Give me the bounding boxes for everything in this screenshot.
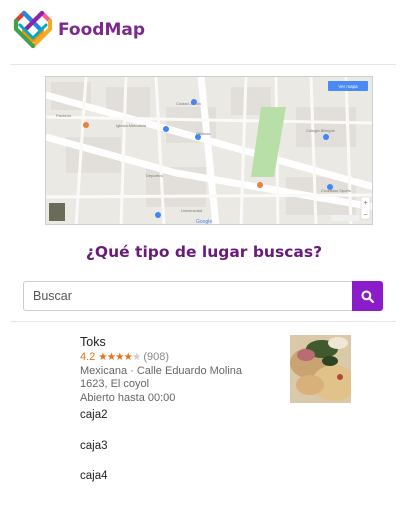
brand-name: FoodMap: [58, 20, 146, 40]
restaurant-result-card[interactable]: Toks 4.2 ★★★★★ (908) Mexicana · Calle Ed…: [80, 335, 355, 407]
search-question-heading: ¿Qué tipo de lugar buscas?: [85, 243, 323, 261]
review-count: (908): [143, 351, 170, 363]
box-item-4: caja4: [80, 470, 108, 482]
svg-text:Universidad: Universidad: [181, 208, 202, 213]
search-divider: [10, 321, 396, 322]
search-input[interactable]: [23, 281, 352, 311]
rating-value: 4.2: [80, 351, 96, 363]
svg-text:−: −: [363, 212, 367, 219]
star-rating-icon: ★★★★★: [98, 351, 141, 363]
svg-text:Deportivo: Deportivo: [146, 173, 164, 178]
header-divider: [10, 64, 396, 65]
svg-text:Google: Google: [196, 219, 212, 225]
search-icon: [361, 289, 374, 303]
heart-lattice-logo-icon[interactable]: [10, 7, 56, 53]
header: FoodMap: [10, 6, 400, 54]
map-view[interactable]: Ciudad Jardín Iglesia Metodista Oficinas C…: [45, 76, 373, 225]
map-view-button[interactable]: Ver mapa: [338, 84, 358, 89]
svg-text:Oficinas: Oficinas: [196, 131, 210, 136]
food-photo[interactable]: [290, 335, 351, 403]
svg-text:+: +: [363, 200, 367, 207]
svg-text:Cruzados Sports: Cruzados Sports: [321, 188, 351, 193]
box-item-2: caja2: [80, 409, 108, 421]
svg-text:Iglesia Metodista: Iglesia Metodista: [116, 123, 147, 128]
svg-text:Panteón: Panteón: [56, 113, 71, 118]
box-item-3: caja3: [80, 440, 108, 452]
search-button[interactable]: [352, 281, 383, 311]
search-bar: [23, 281, 383, 311]
svg-text:Ciudad Jardín: Ciudad Jardín: [176, 101, 201, 106]
svg-text:Colegio Bilingüe: Colegio Bilingüe: [306, 128, 336, 133]
restaurant-address: Mexicana · Calle Eduardo Molina 1623, El…: [80, 365, 243, 390]
